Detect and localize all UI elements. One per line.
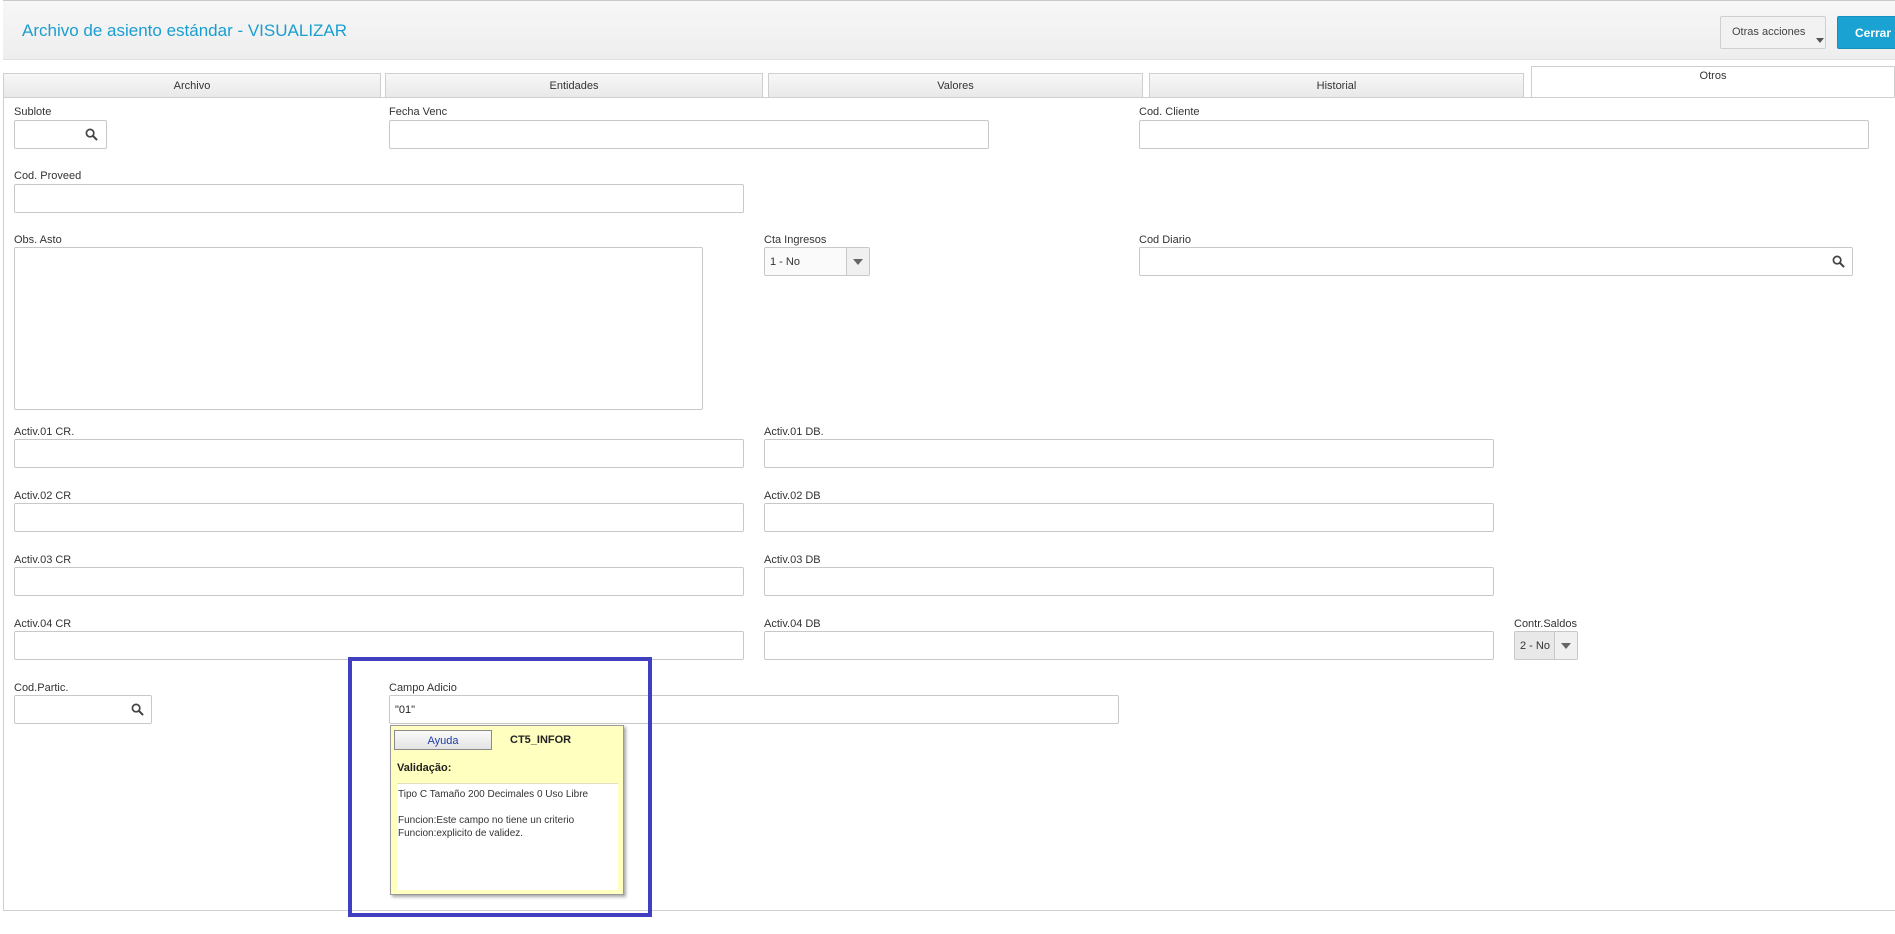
activ03-db-input[interactable]	[764, 567, 1494, 596]
cod-diario-label: Cod Diario	[1139, 234, 1191, 246]
cod-proveed-label: Cod. Proveed	[14, 170, 82, 182]
search-icon[interactable]	[131, 703, 144, 716]
activ04-db-label: Activ.04 DB	[764, 618, 821, 630]
obs-asto-textarea[interactable]	[14, 247, 703, 410]
activ01-cr-input[interactable]	[14, 439, 744, 468]
activ03-db-label: Activ.03 DB	[764, 554, 821, 566]
fecha-venc-input[interactable]	[389, 120, 989, 149]
cod-cliente-input[interactable]	[1139, 120, 1869, 149]
activ01-db-input[interactable]	[764, 439, 1494, 468]
search-icon[interactable]	[1832, 255, 1845, 268]
contr-saldos-select[interactable]: 2 - No	[1514, 631, 1578, 660]
activ02-cr-input[interactable]	[14, 503, 744, 532]
activ04-cr-input[interactable]	[14, 631, 744, 660]
activ03-cr-input[interactable]	[14, 567, 744, 596]
cta-ingresos-label: Cta Ingresos	[764, 234, 827, 246]
cod-cliente-label: Cod. Cliente	[1139, 106, 1200, 118]
highlight-box	[348, 657, 652, 917]
fecha-venc-label: Fecha Venc	[389, 106, 448, 118]
page-header: Archivo de asiento estándar - VISUALIZAR…	[3, 0, 1895, 60]
tab-otros[interactable]: Otros	[1531, 66, 1895, 98]
obs-asto-label: Obs. Asto	[14, 234, 62, 246]
activ01-db-label: Activ.01 DB.	[764, 426, 824, 438]
activ03-cr-label: Activ.03 CR	[14, 554, 72, 566]
cta-ingresos-value: 1 - No	[770, 256, 800, 268]
tab-historial[interactable]: Historial	[1149, 73, 1524, 97]
activ02-db-label: Activ.02 DB	[764, 490, 821, 502]
cod-partic-input[interactable]	[14, 695, 152, 724]
close-button[interactable]: Cerrar	[1837, 16, 1895, 49]
tab-archivo[interactable]: Archivo	[3, 73, 381, 97]
search-icon[interactable]	[85, 128, 98, 141]
sublote-input[interactable]	[14, 120, 107, 149]
cod-partic-label: Cod.Partic.	[14, 682, 69, 694]
contr-saldos-value: 2 - No	[1520, 640, 1550, 652]
activ04-db-input[interactable]	[764, 631, 1494, 660]
cod-diario-input[interactable]	[1139, 247, 1853, 276]
tab-entidades[interactable]: Entidades	[385, 73, 763, 97]
page-title: Archivo de asiento estándar - VISUALIZAR	[22, 21, 348, 40]
activ02-db-input[interactable]	[764, 503, 1494, 532]
chevron-down-icon[interactable]	[846, 248, 869, 275]
activ02-cr-label: Activ.02 CR	[14, 490, 72, 502]
activ01-cr-label: Activ.01 CR.	[14, 426, 75, 438]
cod-proveed-input[interactable]	[14, 184, 744, 213]
other-actions-label: Otras acciones	[1732, 26, 1806, 38]
chevron-down-icon	[1816, 38, 1824, 43]
tab-valores[interactable]: Valores	[768, 73, 1143, 97]
other-actions-button[interactable]: Otras acciones	[1720, 16, 1826, 49]
sublote-label: Sublote	[14, 106, 52, 118]
contr-saldos-label: Contr.Saldos	[1514, 618, 1577, 630]
activ04-cr-label: Activ.04 CR	[14, 618, 72, 630]
chevron-down-icon[interactable]	[1554, 632, 1577, 659]
cta-ingresos-select[interactable]: 1 - No	[764, 247, 870, 276]
